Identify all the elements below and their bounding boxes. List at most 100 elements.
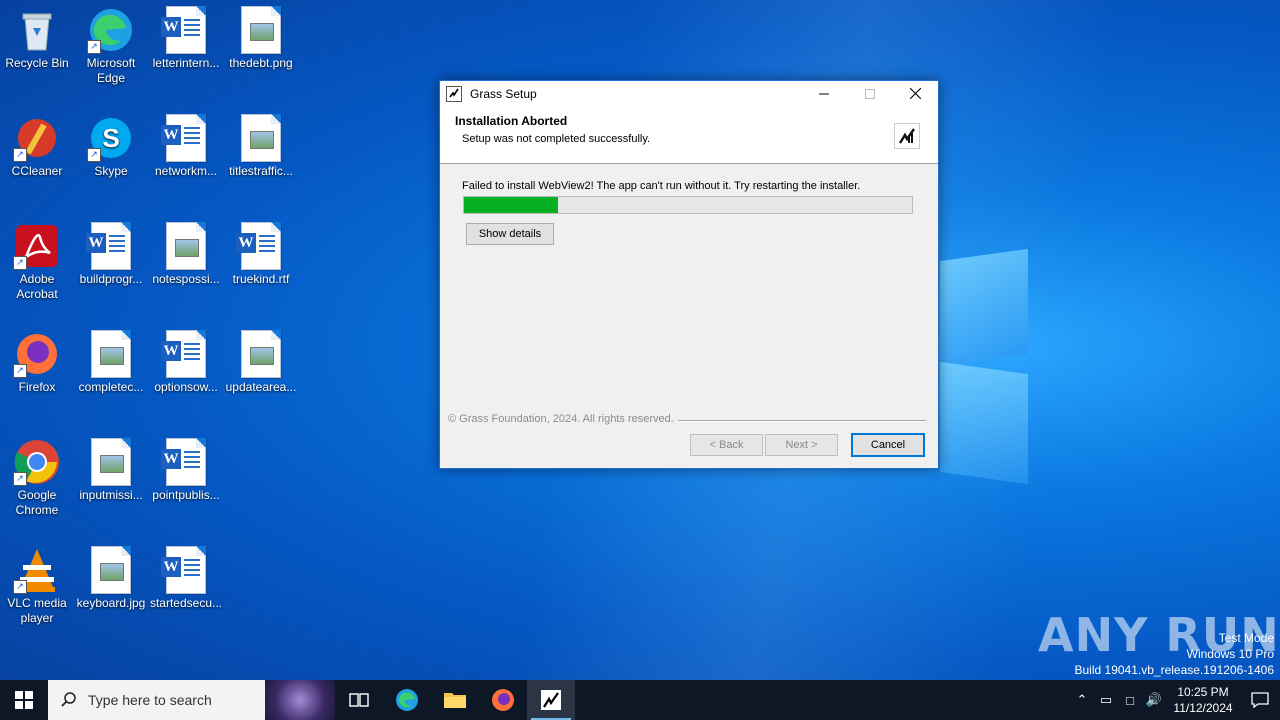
clock-date: 11/12/2024: [1173, 701, 1233, 715]
desktop-icon[interactable]: Woptionsow...: [149, 330, 223, 395]
taskbar-search-box[interactable]: Type here to search: [48, 680, 335, 720]
footer-divider: [678, 420, 926, 422]
firefox-icon: [492, 689, 514, 711]
tray-chevron-up-icon[interactable]: ⌃: [1070, 692, 1094, 708]
cancel-button[interactable]: Cancel: [851, 433, 925, 457]
desktop-icon-label: Recycle Bin: [5, 56, 69, 70]
maximize-button[interactable]: [847, 81, 892, 106]
desktop-icon-label: pointpublis...: [152, 488, 220, 502]
dialog-header: Installation Aborted Setup was not compl…: [440, 106, 938, 164]
image-icon: [87, 330, 135, 378]
grass-app-icon: [541, 690, 561, 710]
shortcut-arrow-icon: ↗: [13, 148, 27, 162]
desktop-icon[interactable]: Wnetworkm...: [149, 114, 223, 179]
notification-icon: [1251, 692, 1269, 708]
taskbar-grass-setup[interactable]: [527, 680, 575, 720]
desktop-icon-label: startedsecu...: [149, 596, 223, 610]
desktop-icon[interactable]: titlestraffic...: [224, 114, 298, 179]
shortcut-arrow-icon: ↗: [87, 40, 101, 54]
error-message: Failed to install WebView2! The app can'…: [462, 180, 861, 192]
back-button[interactable]: < Back: [690, 434, 763, 456]
desktop-icon[interactable]: Recycle Bin: [0, 6, 74, 71]
desktop-icon[interactable]: completec...: [74, 330, 148, 395]
desktop-icon-label: Microsoft Edge: [86, 56, 136, 85]
desktop-icon[interactable]: S ↗ Skype: [74, 114, 148, 179]
shortcut-arrow-icon: ↗: [13, 472, 27, 486]
image-icon: [162, 222, 210, 270]
desktop-icon-label: titlestraffic...: [229, 164, 293, 178]
folder-icon: [444, 693, 466, 708]
windows-start-icon: [15, 691, 33, 709]
desktop-icon-label: Skype: [94, 164, 128, 178]
desktop-icon-label: inputmissi...: [79, 488, 143, 502]
word-icon: W: [236, 222, 285, 270]
search-icon: [61, 692, 76, 707]
desktop-icon-label: Google Chrome: [15, 488, 59, 517]
desktop-icon[interactable]: thedebt.png: [224, 6, 298, 71]
desktop-icon[interactable]: Wbuildprogr...: [74, 222, 148, 287]
shortcut-arrow-icon: ↗: [13, 580, 27, 594]
taskbar-clock[interactable]: 10:25 PM 11/12/2024: [1166, 684, 1240, 716]
volume-icon[interactable]: 🔊: [1142, 692, 1166, 708]
image-icon: [87, 438, 135, 486]
watermark-line3: Build 19041.vb_release.191206-1406: [1074, 663, 1275, 677]
task-view-icon: [349, 693, 369, 707]
notification-center-button[interactable]: [1240, 692, 1280, 708]
desktop-icon[interactable]: ↗ Google Chrome: [0, 438, 74, 518]
clock-time: 10:25 PM: [1177, 685, 1229, 699]
taskbar-file-explorer[interactable]: [431, 680, 479, 720]
acrobat-icon: ↗: [13, 222, 61, 270]
desktop-icon[interactable]: ↗ Adobe Acrobat: [0, 222, 74, 302]
minimize-button[interactable]: [801, 81, 846, 106]
chrome-icon: ↗: [13, 438, 61, 486]
taskbar-edge[interactable]: [383, 680, 431, 720]
ccleaner-icon: ↗: [13, 114, 61, 162]
word-icon: W: [86, 222, 135, 270]
desktop-icon[interactable]: ↗ CCleaner: [0, 114, 74, 179]
start-button[interactable]: [0, 680, 48, 720]
word-icon: W: [161, 438, 210, 486]
search-placeholder: Type here to search: [88, 692, 212, 708]
desktop-icon-label: completec...: [78, 380, 144, 394]
header-title: Installation Aborted: [455, 114, 568, 128]
watermark-line2: Windows 10 Pro: [1186, 647, 1274, 661]
taskbar-firefox[interactable]: [479, 680, 527, 720]
dialog-titlebar[interactable]: Grass Setup: [440, 81, 938, 106]
network-icon[interactable]: □: [1118, 693, 1142, 708]
desktop-icon[interactable]: Wstartedsecu...: [149, 546, 223, 611]
skype-icon: S ↗: [87, 114, 135, 162]
desktop-icon-label: notespossi...: [152, 272, 220, 286]
desktop-icon-label: letterintern...: [152, 56, 220, 70]
shortcut-arrow-icon: ↗: [13, 364, 27, 378]
desktop-icon[interactable]: notespossi...: [149, 222, 223, 287]
desktop-icon[interactable]: Wletterintern...: [149, 6, 223, 71]
taskbar: Type here to search ⌃ ▭ □ 🔊 10:25 PM 11/…: [0, 680, 1280, 720]
close-button[interactable]: [893, 81, 938, 106]
desktop-icon[interactable]: ↗ VLC media player: [0, 546, 74, 626]
tray-device-icon[interactable]: ▭: [1094, 692, 1118, 708]
desktop-icon[interactable]: inputmissi...: [74, 438, 148, 503]
desktop-icon-label: updatearea...: [225, 380, 297, 394]
word-icon: W: [161, 114, 210, 162]
desktop-icon[interactable]: Wpointpublis...: [149, 438, 223, 503]
desktop-icon[interactable]: Wtruekind.rtf: [224, 222, 298, 287]
desktop-icon-label: keyboard.jpg: [76, 596, 146, 610]
branding-text: © Grass Foundation, 2024. All rights res…: [448, 413, 674, 425]
progress-fill: [464, 197, 559, 213]
desktop-icon-label: networkm...: [154, 164, 217, 178]
windows-watermark: Test Mode Windows 10 Pro Build 19041.vb_…: [1075, 630, 1275, 678]
next-button[interactable]: Next >: [765, 434, 838, 456]
desktop-icon[interactable]: ↗ Firefox: [0, 330, 74, 395]
task-view-button[interactable]: [335, 680, 383, 720]
show-details-button[interactable]: Show details: [466, 223, 554, 245]
desktop-icon-label: VLC media player: [7, 596, 67, 625]
image-icon: [237, 6, 285, 54]
desktop-icon[interactable]: ↗ Microsoft Edge: [74, 6, 148, 86]
vlc-icon: ↗: [13, 546, 61, 594]
setup-dialog: Grass Setup Installation Aborted Setup w…: [439, 80, 939, 469]
word-icon: W: [161, 546, 210, 594]
desktop-icon[interactable]: keyboard.jpg: [74, 546, 148, 611]
desktop-icon[interactable]: updatearea...: [224, 330, 298, 395]
desktop-icon-label: truekind.rtf: [232, 272, 290, 286]
desktop-icon-label: optionsow...: [154, 380, 218, 394]
